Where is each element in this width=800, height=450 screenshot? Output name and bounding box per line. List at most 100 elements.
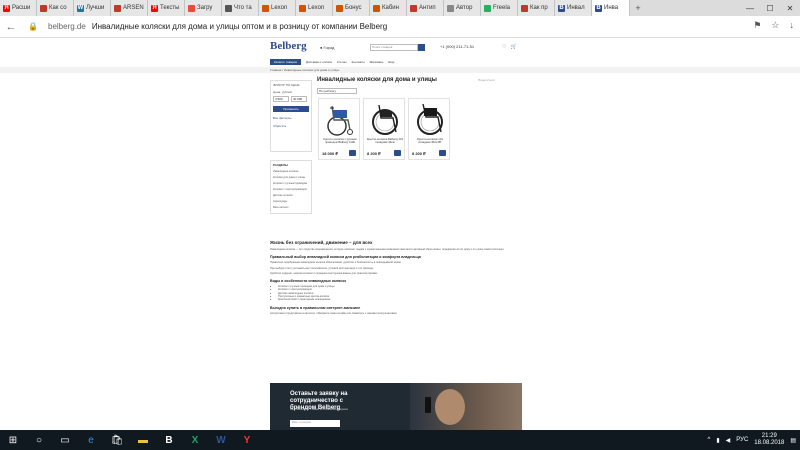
sidebar-item[interactable]: Коляски с ручным приводом: [273, 182, 309, 185]
tab-label: Загру: [197, 5, 213, 11]
tab-favicon-icon: [262, 4, 269, 12]
menu-item[interactable]: Еще: [388, 60, 394, 64]
browser-tab[interactable]: Lexon: [296, 0, 333, 16]
sidebar-more-link[interactable]: Весь каталог: [273, 206, 309, 209]
menu-item[interactable]: Контакты: [352, 60, 365, 64]
add-to-cart-button[interactable]: [394, 150, 401, 156]
product-card[interactable]: Кресло-коляска 101 складная 46см ВТ 8 20…: [408, 98, 450, 160]
person-figure: [435, 389, 465, 425]
favorite-star-icon[interactable]: ☆: [771, 20, 779, 31]
tab-label: ARSEN: [123, 5, 144, 11]
tab-strip: Я Расши Как со W Лучши ARSEN Я Тексты Загру Что т…: [0, 0, 800, 16]
tab-label: Инвал: [567, 5, 585, 11]
apply-filter-button[interactable]: Применить: [273, 106, 309, 112]
browser-tab[interactable]: B Инва: [592, 0, 630, 16]
product-name[interactable]: Кресло-коляска с ручным приводом Belberg…: [321, 137, 359, 145]
browser-tab[interactable]: Как пр: [518, 0, 555, 16]
url-text[interactable]: belberg.de: [48, 22, 86, 31]
search-input[interactable]: Поиск товаров: [370, 44, 418, 51]
clock[interactable]: 21:29 18.08.2018: [754, 433, 784, 447]
browser-tab[interactable]: B Инвал: [555, 0, 592, 16]
article-paragraph: Ассортимент представлен в каталоге. Офор…: [270, 311, 398, 315]
main-menu: Каталог товаров Доставка и оплата Кто мы…: [270, 58, 520, 66]
heart-icon[interactable]: ♡: [502, 44, 506, 50]
tab-favicon-icon: [373, 4, 380, 12]
browser-tab[interactable]: Антип: [407, 0, 444, 16]
tab-label: Freela: [493, 5, 511, 11]
file-explorer-icon[interactable]: ▬: [130, 430, 156, 450]
maximize-icon[interactable]: ☐: [760, 0, 780, 16]
banner-phone-input[interactable]: Ваш телефон: [290, 420, 340, 427]
site-logo[interactable]: Belberg: [270, 40, 307, 52]
sections-sidebar: РАЗДЕЛЫ Инвалидные коляски Коляски для д…: [270, 160, 312, 214]
edge-browser-icon[interactable]: e: [78, 430, 104, 450]
store-icon[interactable]: 🛍: [104, 430, 130, 450]
browser-tab[interactable]: Загру: [185, 0, 222, 16]
share-link[interactable]: Поделиться: [478, 78, 495, 82]
product-card[interactable]: Кресло-коляска с ручным приводом Belberg…: [318, 98, 360, 160]
all-filters-link[interactable]: Все фильтры: [273, 116, 309, 120]
browser-tab[interactable]: Я Тексты: [148, 0, 185, 16]
product-card[interactable]: Кресло-коляска Belberg 101 складная 46см…: [363, 98, 405, 160]
add-to-cart-button[interactable]: [349, 150, 356, 156]
belberg-app-icon[interactable]: B: [156, 430, 182, 450]
download-icon[interactable]: ↓: [790, 20, 795, 31]
menu-item[interactable]: Кто мы: [337, 60, 347, 64]
sidebar-item[interactable]: Детские коляски: [273, 194, 309, 197]
notifications-icon[interactable]: ▤: [790, 437, 796, 444]
task-view-icon[interactable]: ▭: [52, 430, 78, 450]
browser-tab[interactable]: Автор: [444, 0, 481, 16]
browser-tab[interactable]: Lexon: [259, 0, 296, 16]
bookmarks-icon[interactable]: ⚑: [753, 20, 761, 31]
sidebar-item[interactable]: Аксессуары: [273, 200, 309, 203]
cart-icon[interactable]: 🛒: [510, 44, 516, 50]
volume-icon[interactable]: ◀: [726, 437, 731, 444]
sidebar-item[interactable]: Коляски с электроприводом: [273, 188, 309, 191]
add-to-cart-button[interactable]: [439, 150, 446, 156]
phone-handset-icon: [425, 397, 431, 413]
sidebar-item[interactable]: Коляски для дома и улицы: [273, 176, 309, 179]
product-name[interactable]: Кресло-коляска Belberg 101 складная 46см: [366, 137, 404, 145]
new-tab-button[interactable]: +: [630, 0, 646, 16]
browser-tab[interactable]: Кабин: [370, 0, 407, 16]
search-icon[interactable]: ○: [26, 430, 52, 450]
language-indicator[interactable]: РУС: [736, 437, 748, 443]
tab-favicon-icon: W: [77, 4, 84, 12]
tab-label: Автор: [456, 5, 473, 11]
browser-tab[interactable]: Что та: [222, 0, 259, 16]
reset-filter-link[interactable]: Сбросить: [273, 124, 309, 128]
city-selector[interactable]: ● Город: [320, 45, 334, 50]
browser-tab[interactable]: W Лучши: [74, 0, 111, 16]
phone-number[interactable]: +1 (000) 211-71-51: [440, 44, 474, 49]
excel-icon[interactable]: X: [182, 430, 208, 450]
breadcrumb[interactable]: Главная / Инвалидные коляски для дома и …: [270, 68, 339, 72]
sort-select[interactable]: По рейтингу: [317, 88, 357, 94]
page-lock-icon: 🔒: [28, 22, 38, 31]
tray-chevron-icon[interactable]: ^: [708, 437, 711, 443]
location-pin-icon: ●: [320, 45, 323, 50]
catalog-button[interactable]: Каталог товаров: [270, 59, 301, 65]
wheelchair-image: [372, 104, 398, 135]
close-icon[interactable]: ✕: [780, 0, 800, 16]
minimize-icon[interactable]: —: [740, 0, 760, 16]
browser-tab[interactable]: Freela: [481, 0, 518, 16]
browser-tab[interactable]: Я Расши: [0, 0, 37, 16]
back-arrow-icon[interactable]: ←: [0, 21, 22, 33]
network-icon[interactable]: ▮: [716, 437, 719, 444]
tab-label: Тексты: [160, 5, 180, 11]
windows-start-icon[interactable]: ⊞: [0, 430, 26, 450]
page-title-text[interactable]: Инвалидные коляски для дома и улицы опто…: [92, 22, 387, 31]
browser-tab[interactable]: ARSEN: [111, 0, 148, 16]
browser-tab[interactable]: Бонус: [333, 0, 370, 16]
word-icon[interactable]: W: [208, 430, 234, 450]
menu-item[interactable]: Доставка и оплата: [306, 60, 332, 64]
price-to-input[interactable]: 40 000: [291, 96, 307, 102]
product-name[interactable]: Кресло-коляска 101 складная 46см ВТ: [411, 137, 449, 145]
tab-label: Инва: [604, 5, 619, 11]
price-from-input[interactable]: 4 500: [273, 96, 289, 102]
yandex-browser-icon[interactable]: Y: [234, 430, 260, 450]
search-button[interactable]: [418, 44, 425, 51]
menu-item[interactable]: Магазины: [370, 60, 384, 64]
sidebar-item[interactable]: Инвалидные коляски: [273, 170, 309, 173]
browser-tab[interactable]: Как со: [37, 0, 74, 16]
